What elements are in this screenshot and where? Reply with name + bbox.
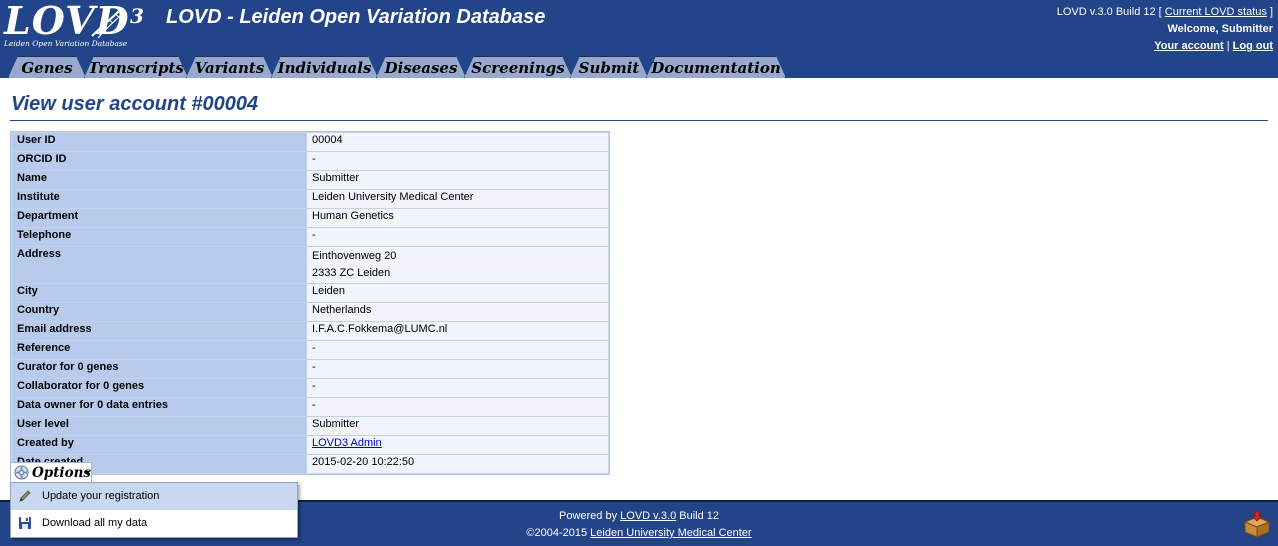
row-label: User ID xyxy=(12,133,306,151)
row-label: Collaborator for 0 genes xyxy=(12,379,306,397)
table-row: User level Submitter xyxy=(12,417,608,435)
row-value: 2015-02-20 10:22:50 xyxy=(307,455,608,473)
row-label: Address xyxy=(12,247,306,283)
row-value: 00004 xyxy=(307,133,608,151)
table-row: Country Netherlands xyxy=(12,303,608,321)
floppy-disk-icon xyxy=(19,517,31,529)
lovd-version-link[interactable]: LOVD v.3.0 xyxy=(620,510,676,522)
menu-item-label: Update your registration xyxy=(42,490,160,502)
pencil-icon xyxy=(19,490,31,502)
tab-diseases[interactable]: Diseases xyxy=(376,56,466,78)
menu-item-label: Download all my data xyxy=(42,517,148,529)
table-row: Name Submitter xyxy=(12,171,608,189)
row-label: Data owner for 0 data entries xyxy=(12,398,306,416)
tab-individuals[interactable]: Individuals xyxy=(271,56,378,78)
row-label: Institute xyxy=(12,190,306,208)
table-row: Collaborator for 0 genes - xyxy=(12,379,608,397)
chevron-down-icon xyxy=(84,471,90,475)
logo-superscript: 3 xyxy=(130,4,144,28)
row-value: - xyxy=(307,341,608,359)
row-label: User level xyxy=(12,417,306,435)
row-label: City xyxy=(12,284,306,302)
table-row: Created by LOVD3 Admin xyxy=(12,436,608,454)
lumc-link[interactable]: Leiden University Medical Center xyxy=(590,527,751,539)
row-value: - xyxy=(307,152,608,170)
user-data-table: User ID 00004 ORCID ID - Name Submitter Ins… xyxy=(10,131,610,475)
version-bracket: ] xyxy=(1269,6,1273,18)
lovd-logo[interactable]: LOVD 3 Leiden Open Variation Database xyxy=(4,0,154,50)
row-label: Created by xyxy=(12,436,306,454)
table-row: User ID 00004 xyxy=(12,133,608,151)
table-row: Curator for 0 genes - xyxy=(12,360,608,378)
table-row: Telephone - xyxy=(12,228,608,246)
address-line: Einthovenweg 20 xyxy=(312,250,397,262)
options-button[interactable]: Options xyxy=(10,462,92,484)
powered-prefix: Powered by xyxy=(558,510,618,522)
row-value: Leiden xyxy=(307,284,608,302)
table-row: Department Human Genetics xyxy=(12,209,608,227)
your-account-link[interactable]: Your account xyxy=(1154,40,1223,52)
table-row: Email address I.F.A.C.Fokkema@LUMC.nl xyxy=(12,322,608,340)
row-value: I.F.A.C.Fokkema@LUMC.nl xyxy=(307,322,608,340)
table-row: City Leiden xyxy=(12,284,608,302)
row-value: - xyxy=(307,360,608,378)
tab-documentation[interactable]: Documentation xyxy=(646,56,786,78)
version-info: LOVD v.3.0 Build 12 [ Current LOVD statu… xyxy=(1057,4,1273,55)
row-label: Department xyxy=(12,209,306,227)
row-value: - xyxy=(307,379,608,397)
package-download-icon[interactable] xyxy=(1242,510,1272,538)
copyright-prefix: ©2004-2015 xyxy=(526,527,588,539)
log-out-link[interactable]: Log out xyxy=(1233,40,1273,52)
table-row: ORCID ID - xyxy=(12,152,608,170)
title-divider xyxy=(10,120,1268,121)
row-value: Submitter xyxy=(307,171,608,189)
link-separator: | xyxy=(1226,40,1230,52)
row-label: Curator for 0 genes xyxy=(12,360,306,378)
table-row: Data owner for 0 data entries - xyxy=(12,398,608,416)
row-value: LOVD3 Admin xyxy=(307,436,608,454)
address-line: 2333 ZC Leiden xyxy=(312,267,391,279)
tab-transcripts[interactable]: Transcripts xyxy=(84,56,188,78)
site-header: LOVD 3 Leiden Open Variation Database LO… xyxy=(0,0,1278,78)
row-label: Name xyxy=(12,171,306,189)
tab-submit[interactable]: Submit xyxy=(570,56,648,78)
table-row: Date created2015-02-20 10:22:50 xyxy=(12,455,608,473)
site-title: LOVD - Leiden Open Variation Database xyxy=(166,6,546,28)
table-row: Institute Leiden University Medical Cente… xyxy=(12,190,608,208)
table-row: Reference - xyxy=(12,341,608,359)
row-label: ORCID ID xyxy=(12,152,306,170)
tab-genes[interactable]: Genes xyxy=(8,56,86,78)
menu-item-download-data[interactable]: Download all my data xyxy=(11,510,297,537)
page-title: View user account #00004 xyxy=(11,93,259,115)
tab-screenings[interactable]: Screenings xyxy=(464,56,572,78)
powered-suffix: Build 12 xyxy=(679,510,720,522)
row-value: - xyxy=(307,228,608,246)
table-row: Address Einthovenweg 20 2333 ZC Leiden xyxy=(12,247,608,283)
menu-item-update-registration[interactable]: Update your registration xyxy=(11,483,297,510)
row-value: Einthovenweg 20 2333 ZC Leiden xyxy=(307,247,608,283)
lovd-status-link[interactable]: Current LOVD status xyxy=(1165,6,1267,18)
welcome-message: Welcome, Submitter xyxy=(1167,23,1273,35)
row-value: Leiden University Medical Center xyxy=(307,190,608,208)
row-value: Submitter xyxy=(307,417,608,435)
logo-subtitle: Leiden Open Variation Database xyxy=(4,39,128,48)
dna-helix-icon xyxy=(91,9,123,39)
row-label: Reference xyxy=(12,341,306,359)
row-label: Telephone xyxy=(12,228,306,246)
row-value: Human Genetics xyxy=(307,209,608,227)
tab-variants[interactable]: Variants xyxy=(186,56,273,78)
row-label: Email address xyxy=(12,322,306,340)
row-label: Country xyxy=(12,303,306,321)
created-by-link[interactable]: LOVD3 Admin xyxy=(312,437,382,449)
row-value: Netherlands xyxy=(307,303,608,321)
row-value: - xyxy=(307,398,608,416)
gear-icon xyxy=(14,465,29,480)
version-text: LOVD v.3.0 Build 12 [ xyxy=(1056,6,1162,18)
options-label: Options xyxy=(32,465,91,481)
options-menu: Update your registration Download all my… xyxy=(10,482,298,538)
